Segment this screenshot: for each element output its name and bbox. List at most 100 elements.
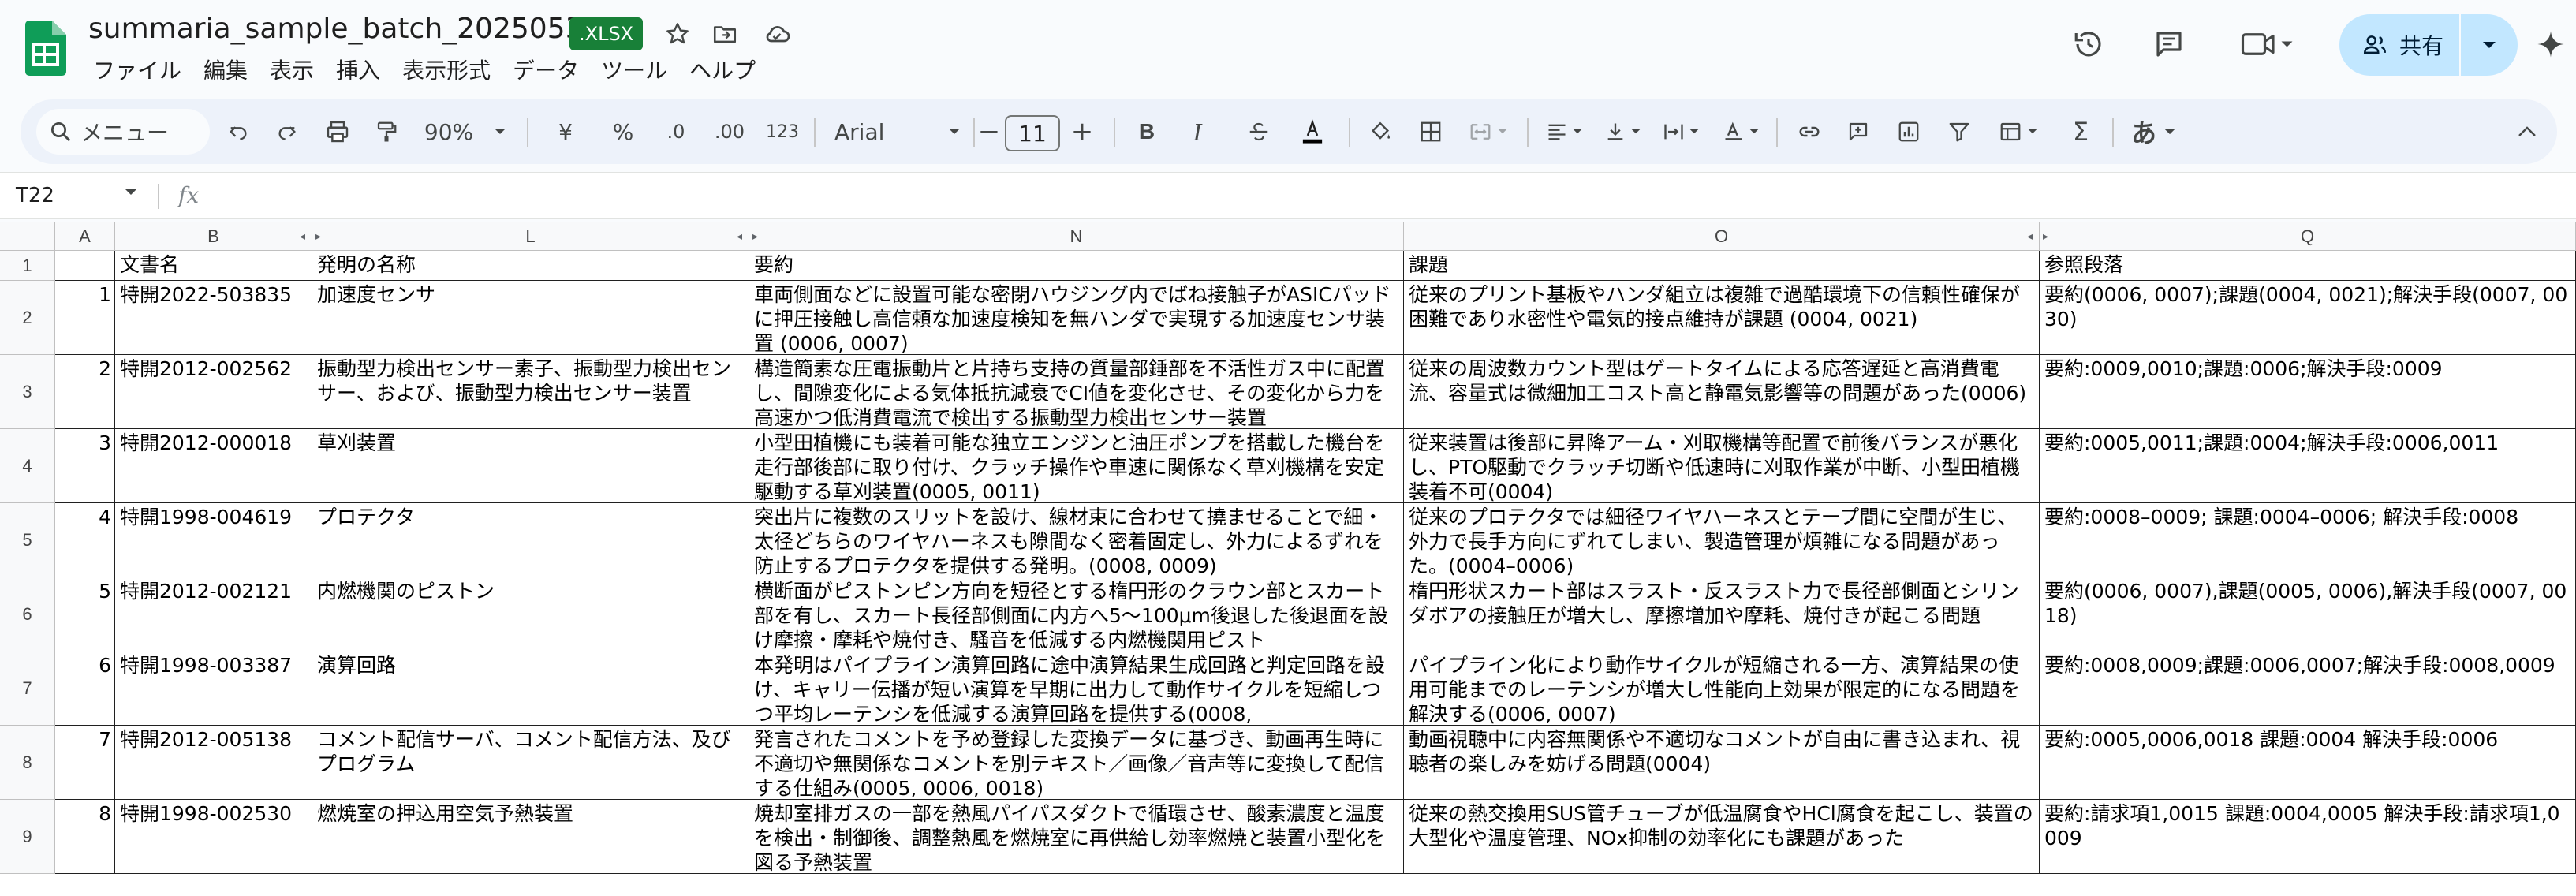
- table-cell-issue[interactable]: 従来装置は後部に昇降アーム・刈取機構等配置で前後バランスが悪化し、PTO駆動でク…: [1404, 429, 2040, 503]
- table-cell-idx[interactable]: 1: [55, 281, 115, 355]
- row-header[interactable]: 2: [0, 281, 55, 355]
- column-header-q[interactable]: Q: [2040, 222, 2576, 251]
- header-cell-issue[interactable]: 課題: [1404, 251, 2040, 281]
- table-cell-issue[interactable]: 従来のプリント基板やハンダ組立は複雑で過酷環境下の信頼性確保が困難であり水密性や…: [1404, 281, 2040, 355]
- menu-insert[interactable]: 挿入: [325, 55, 391, 87]
- table-cell-idx[interactable]: 6: [55, 651, 115, 726]
- history-icon[interactable]: [2066, 22, 2111, 66]
- table-cell-issue[interactable]: 従来の周波数カウント型はゲートタイムによる応答遅延と高消費電流、容量式は微細加工…: [1404, 355, 2040, 429]
- table-cell-idx[interactable]: 4: [55, 503, 115, 577]
- bold-button[interactable]: B: [1125, 99, 1169, 164]
- table-cell-summary[interactable]: 発言されたコメントを予め登録した変換データに基づき、動画再生時に不適切や無関係な…: [749, 726, 1404, 800]
- text-rotation-icon[interactable]: [1713, 99, 1768, 164]
- merge-cells-icon[interactable]: [1456, 99, 1519, 164]
- row-header[interactable]: 9: [0, 800, 55, 874]
- table-cell[interactable]: [55, 251, 115, 281]
- insert-link-icon[interactable]: [1787, 99, 1831, 164]
- table-cell-name[interactable]: 特開2022-503835: [115, 281, 312, 355]
- table-cell-name[interactable]: 特開2012-002562: [115, 355, 312, 429]
- table-cell-name[interactable]: 特開1998-002530: [115, 800, 312, 874]
- column-header-l[interactable]: L: [312, 222, 749, 251]
- table-cell-ref[interactable]: 要約:請求項1,0015 課題:0004,0005 解決手段:請求項1,0009: [2040, 800, 2576, 874]
- comments-icon[interactable]: [2147, 22, 2191, 66]
- table-cell-summary[interactable]: 構造簡素な圧電振動片と片持ち支持の質量部錘部を不活性ガス中に配置し、間隙変化によ…: [749, 355, 1404, 429]
- table-cell-summary[interactable]: 突出片に複数のスリットを設け、線材束に合わせて撓ませることで細・太径どちらのワイ…: [749, 503, 1404, 577]
- share-button[interactable]: 共有: [2339, 14, 2518, 76]
- caret-down-icon[interactable]: [125, 189, 137, 196]
- table-cell-summary[interactable]: 小型田植機にも装着可能な独立エンジンと油圧ポンプを搭載した機台を走行部後部に取り…: [749, 429, 1404, 503]
- row-header[interactable]: 3: [0, 355, 55, 429]
- menu-format[interactable]: 表示形式: [391, 55, 502, 87]
- font-size-input[interactable]: 11: [1005, 115, 1060, 151]
- menu-data[interactable]: データ: [502, 55, 590, 87]
- table-cell-ref[interactable]: 要約:0005,0011;課題:0004;解決手段:0006,0011: [2040, 429, 2576, 503]
- borders-icon[interactable]: [1409, 99, 1453, 164]
- table-cell-idx[interactable]: 5: [55, 577, 115, 651]
- table-cell-ref[interactable]: 要約(0006, 0007),課題(0005, 0006),解決手段(0007,…: [2040, 577, 2576, 651]
- menu-tools[interactable]: ツール: [590, 55, 678, 87]
- table-cell-summary[interactable]: 横断面がピストンピン方向を短径とする楕円形のクラウン部とスカート部を有し、スカー…: [749, 577, 1404, 651]
- header-cell-name[interactable]: 文書名: [115, 251, 312, 281]
- table-cell-title[interactable]: 振動型力検出センサー素子、振動型力検出センサー、および、振動型力検出センサー装置: [312, 355, 749, 429]
- table-cell-ref[interactable]: 要約:0008,0009;課題:0006,0007;解決手段:0008,0009: [2040, 651, 2576, 726]
- header-cell-summary[interactable]: 要約: [749, 251, 1404, 281]
- collapse-toolbar-icon[interactable]: [2505, 99, 2549, 164]
- menu-search[interactable]: メニュー: [36, 109, 210, 155]
- header-cell-ref[interactable]: 参照段落: [2040, 251, 2576, 281]
- hidden-columns-left-arrow-icon[interactable]: ◂: [300, 230, 305, 243]
- hidden-columns-right-arrow-icon[interactable]: ▸: [2043, 230, 2048, 243]
- row-header[interactable]: 6: [0, 577, 55, 651]
- table-cell-summary[interactable]: 本発明はパイプライン演算回路に途中演算結果生成回路と判定回路を設け、キャリー伝播…: [749, 651, 1404, 726]
- vertical-align-icon[interactable]: [1595, 99, 1650, 164]
- filter-icon[interactable]: [1937, 99, 1981, 164]
- hidden-columns-right-arrow-icon[interactable]: ▸: [315, 230, 321, 243]
- number-format-button[interactable]: 123: [757, 99, 808, 164]
- table-cell-ref[interactable]: 要約(0006, 0007);課題(0004, 0021);解決手段(0007,…: [2040, 281, 2576, 355]
- font-family-select[interactable]: Arial: [827, 99, 969, 164]
- increase-font-size-button[interactable]: +: [1066, 99, 1098, 164]
- menu-file[interactable]: ファイル: [82, 55, 192, 87]
- strikethrough-icon[interactable]: [1237, 99, 1281, 164]
- header-cell-title[interactable]: 発明の名称: [312, 251, 749, 281]
- row-header[interactable]: 1: [0, 251, 55, 281]
- italic-button[interactable]: I: [1175, 99, 1219, 164]
- decrease-font-size-button[interactable]: −: [975, 99, 1003, 164]
- move-to-folder-icon[interactable]: [707, 16, 743, 52]
- table-cell-title[interactable]: 燃焼室の押込用空気予熱装置: [312, 800, 749, 874]
- share-dropdown[interactable]: [2461, 14, 2518, 76]
- table-cell-ref[interactable]: 要約:0008–0009; 課題:0004–0006; 解決手段:0008: [2040, 503, 2576, 577]
- table-cell-name[interactable]: 特開1998-003387: [115, 651, 312, 726]
- increase-decimal-button[interactable]: .00: [702, 99, 757, 164]
- document-title[interactable]: summaria_sample_batch_20250530: [88, 13, 601, 45]
- hidden-columns-right-arrow-icon[interactable]: ▸: [752, 230, 758, 243]
- text-wrap-icon[interactable]: [1653, 99, 1708, 164]
- table-cell-summary[interactable]: 焼却室排ガスの一部を熱風パイパスダクトで循環させ、酸素濃度と温度を検出・制御後、…: [749, 800, 1404, 874]
- select-all-corner[interactable]: [0, 222, 55, 251]
- hidden-columns-left-arrow-icon[interactable]: ◂: [2027, 230, 2033, 243]
- table-cell-name[interactable]: 特開2012-002121: [115, 577, 312, 651]
- input-tools-button[interactable]: あ: [2122, 99, 2185, 164]
- video-call-icon[interactable]: [2232, 22, 2303, 66]
- menu-view[interactable]: 表示: [259, 55, 325, 87]
- menu-edit[interactable]: 編集: [192, 55, 259, 87]
- table-cell-issue[interactable]: 従来の熱交換用SUS管チューブが低温腐食やHCl腐食を起こし、装置の大型化や温度…: [1404, 800, 2040, 874]
- sheets-logo-icon[interactable]: [25, 21, 66, 76]
- decrease-decimal-button[interactable]: .0: [651, 99, 700, 164]
- star-icon[interactable]: [659, 16, 696, 52]
- table-cell-name[interactable]: 特開2012-005138: [115, 726, 312, 800]
- horizontal-align-icon[interactable]: [1536, 99, 1592, 164]
- table-cell-ref[interactable]: 要約:0005,0006,0018 課題:0004 解決手段:0006: [2040, 726, 2576, 800]
- percent-format-button[interactable]: %: [601, 99, 645, 164]
- row-header[interactable]: 7: [0, 651, 55, 726]
- undo-icon[interactable]: [216, 99, 260, 164]
- column-header-a[interactable]: A: [55, 222, 115, 251]
- table-cell-idx[interactable]: 8: [55, 800, 115, 874]
- menu-help[interactable]: ヘルプ: [678, 55, 767, 87]
- gemini-sparkle-icon[interactable]: [2529, 22, 2573, 66]
- table-cell-name[interactable]: 特開2012-000018: [115, 429, 312, 503]
- column-header-b[interactable]: B: [115, 222, 312, 251]
- redo-icon[interactable]: [265, 99, 309, 164]
- cloud-status-icon[interactable]: [759, 16, 795, 52]
- table-cell-title[interactable]: 草刈装置: [312, 429, 749, 503]
- table-cell-idx[interactable]: 3: [55, 429, 115, 503]
